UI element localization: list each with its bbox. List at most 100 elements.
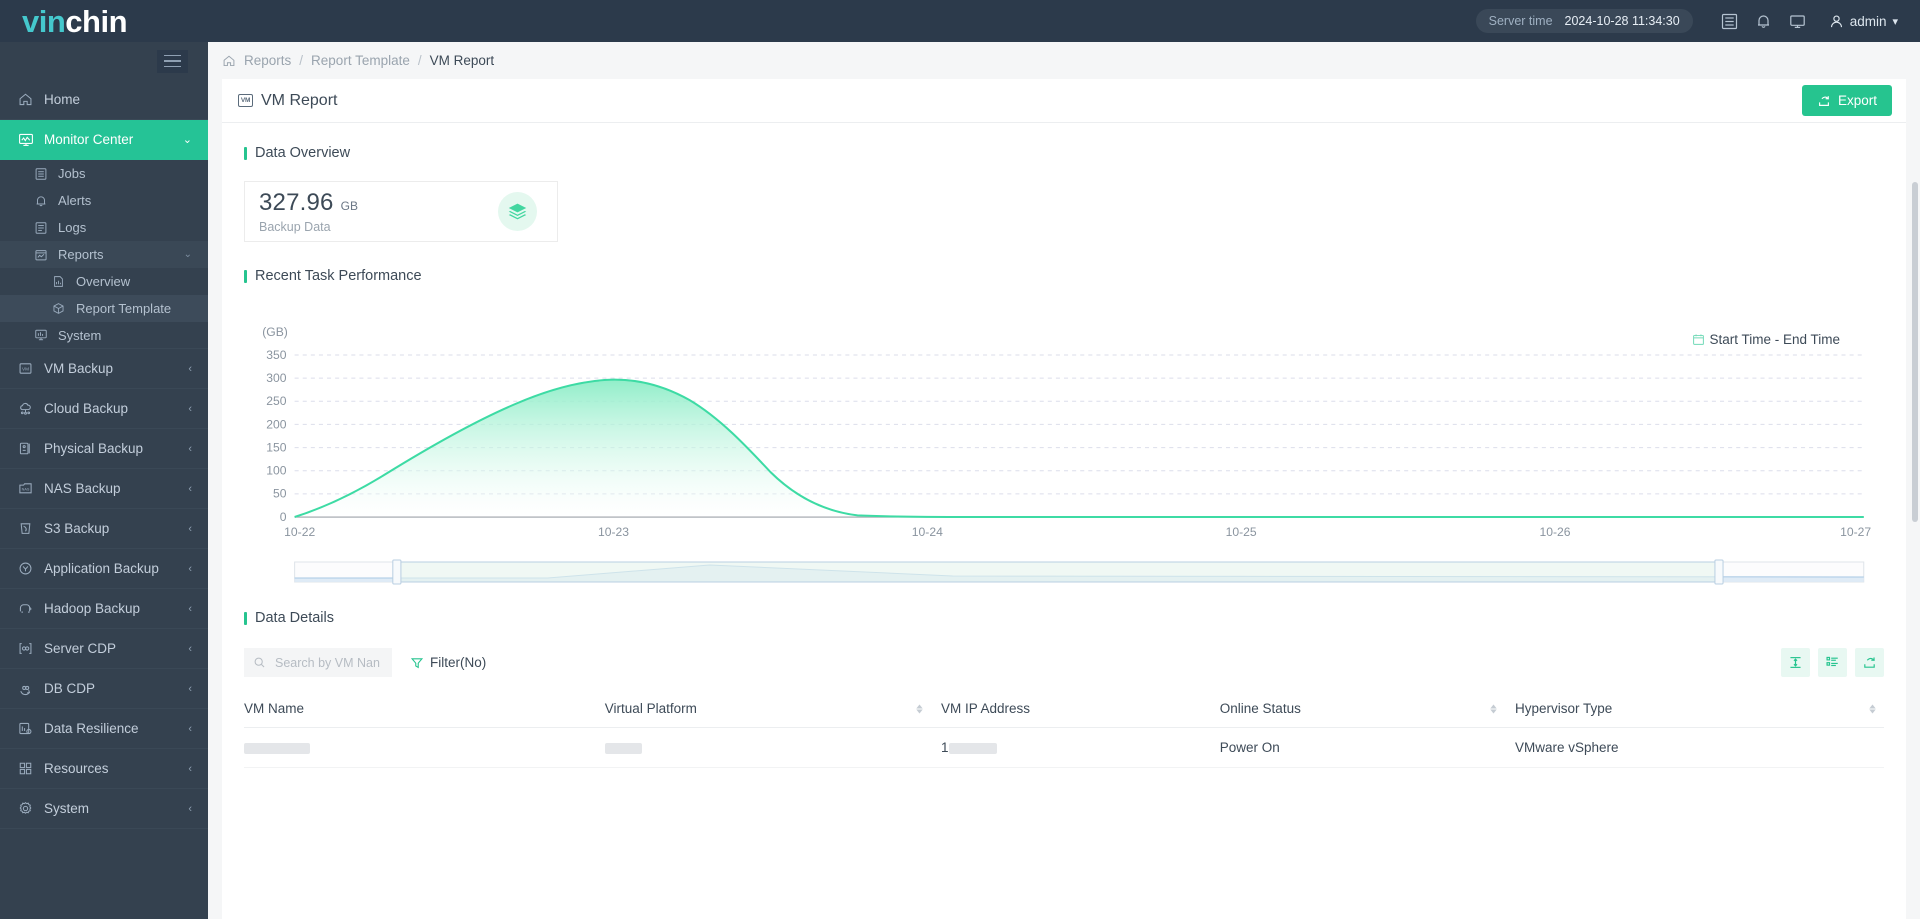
- card-header: VM VM Report Export: [222, 79, 1906, 123]
- sidebar-item-label: Report Template: [76, 301, 172, 316]
- user-name: admin: [1849, 13, 1887, 29]
- sidebar-item-nas-backup[interactable]: NAS NAS Backup ‹: [0, 469, 208, 509]
- sort-icon[interactable]: [1490, 704, 1497, 713]
- filter-button[interactable]: Filter(No): [410, 655, 486, 670]
- sort-icon[interactable]: [916, 704, 923, 713]
- cell-text: 1: [940, 740, 949, 755]
- sidebar-item-label: Alerts: [58, 193, 92, 208]
- app-root: vinchin Server time 2024-10-28 11:34:30: [0, 0, 1920, 919]
- sidebar-item-label: Reports: [58, 247, 104, 262]
- svg-text:10-22: 10-22: [284, 525, 315, 539]
- list-icon[interactable]: [1713, 4, 1747, 38]
- breadcrumb: Reports / Report Template / VM Report: [208, 42, 1920, 79]
- export-share-icon: [1817, 94, 1831, 108]
- sort-icon[interactable]: [1869, 704, 1876, 713]
- sidebar-item-overview[interactable]: Overview: [0, 268, 208, 295]
- brand-logo-part1: vin: [22, 3, 66, 39]
- chart-datazoom-slider[interactable]: [294, 559, 1865, 585]
- user-menu[interactable]: admin ▾: [1829, 14, 1898, 29]
- sidebar-item-logs[interactable]: Logs: [0, 214, 208, 241]
- table-column-label: Hypervisor Type: [1514, 701, 1613, 716]
- monitor-icon[interactable]: [1781, 4, 1815, 38]
- layers-icon: [498, 192, 537, 231]
- svg-text:350: 350: [266, 348, 287, 362]
- sidebar-item-system[interactable]: System ‹: [0, 789, 208, 829]
- sidebar-item-monitor-center[interactable]: Monitor Center ⌄: [0, 120, 208, 160]
- sidebar-item-report-template[interactable]: Report Template: [0, 295, 208, 322]
- sidebar-item-label: System: [44, 801, 90, 816]
- datazoom-handle-left[interactable]: [392, 559, 402, 585]
- sidebar-item-physical-backup[interactable]: Physical Backup ‹: [0, 429, 208, 469]
- chevron-down-icon: ⌄: [183, 249, 192, 260]
- db-cdp-icon: [18, 681, 44, 696]
- main-content: Reports / Report Template / VM Report VM…: [208, 42, 1920, 919]
- hamburger-menu-icon[interactable]: [157, 49, 188, 73]
- table-column-vm-ip-address[interactable]: VM IP Address: [940, 690, 1220, 728]
- sidebar-item-resources[interactable]: Resources ‹: [0, 749, 208, 789]
- redacted-value: [244, 742, 310, 754]
- export-button[interactable]: Export: [1801, 85, 1892, 116]
- search-box[interactable]: [244, 648, 392, 677]
- sidebar-item-home[interactable]: Home: [0, 80, 208, 120]
- chevron-left-icon: ‹: [188, 402, 192, 415]
- reports-icon: [34, 248, 58, 262]
- chevron-down-icon: ▾: [1892, 15, 1898, 28]
- svg-text:10-26: 10-26: [1539, 525, 1570, 539]
- sidebar-item-label: Monitor Center: [44, 132, 134, 147]
- sidebar-item-system-monitor[interactable]: System: [0, 322, 208, 349]
- table-column-hypervisor-type[interactable]: Hypervisor Type: [1514, 690, 1884, 728]
- table-column-label: VM IP Address: [940, 701, 1031, 716]
- cell-hypervisor-type: VMware vSphere: [1514, 727, 1884, 768]
- vertical-scrollbar[interactable]: [1912, 182, 1918, 522]
- redacted-value: [604, 742, 642, 754]
- monitor-center-icon: [18, 132, 44, 148]
- sidebar-item-data-resilience[interactable]: Data Resilience ‹: [0, 709, 208, 749]
- row-height-icon[interactable]: [1781, 648, 1810, 677]
- cell-text: Power On: [1219, 740, 1280, 755]
- sidebar-item-application-backup[interactable]: Application Backup ‹: [0, 549, 208, 589]
- sidebar-item-jobs[interactable]: Jobs: [0, 160, 208, 187]
- brand-logo[interactable]: vinchin: [0, 6, 208, 37]
- table-column-vm-name[interactable]: VM Name: [244, 690, 605, 728]
- sidebar-item-server-cdp[interactable]: Server CDP ‹: [0, 629, 208, 669]
- logs-icon: [34, 221, 58, 235]
- breadcrumb-item-report-template[interactable]: Report Template: [311, 53, 410, 68]
- sidebar-item-alerts[interactable]: Alerts: [0, 187, 208, 214]
- svg-text:10-24: 10-24: [912, 525, 943, 539]
- table-row[interactable]: 1 Power On VMware vSphere: [244, 727, 1884, 768]
- resources-icon: [18, 761, 44, 776]
- svg-text:100: 100: [266, 464, 287, 478]
- sidebar-item-vm-backup[interactable]: VM VM Backup ‹: [0, 349, 208, 389]
- table-column-label: Online Status: [1219, 701, 1301, 716]
- report-template-box-icon: [52, 302, 76, 315]
- datazoom-handle-right[interactable]: [1714, 559, 1724, 585]
- sidebar-item-label: Resources: [44, 761, 109, 776]
- sidebar-item-label: S3 Backup: [44, 521, 110, 536]
- sidebar-item-hadoop-backup[interactable]: Hadoop Backup ‹: [0, 589, 208, 629]
- vm-data-table: VM Name Virtual Platform VM IP Address O…: [244, 690, 1884, 768]
- server-time-value: 2024-10-28 11:34:30: [1564, 14, 1680, 28]
- search-input[interactable]: [273, 654, 383, 671]
- table-column-online-status[interactable]: Online Status: [1219, 690, 1515, 728]
- chevron-left-icon: ‹: [188, 562, 192, 575]
- bell-icon[interactable]: [1747, 4, 1781, 38]
- section-title-text: Data Details: [255, 610, 334, 626]
- table-column-virtual-platform[interactable]: Virtual Platform: [604, 690, 941, 728]
- breadcrumb-item-reports[interactable]: Reports: [244, 53, 291, 68]
- sidebar-toggle-row: [0, 42, 208, 80]
- sidebar-item-s3-backup[interactable]: S3 Backup ‹: [0, 509, 208, 549]
- sidebar-item-db-cdp[interactable]: DB CDP ‹: [0, 669, 208, 709]
- cell-vm-ip-address: 1: [940, 727, 1220, 768]
- cloud-backup-icon: [18, 401, 44, 416]
- svg-text:10-23: 10-23: [598, 525, 629, 539]
- chevron-left-icon: ‹: [188, 642, 192, 655]
- column-settings-icon[interactable]: [1818, 648, 1847, 677]
- page-title-text: VM Report: [261, 91, 338, 109]
- area-chart-svg[interactable]: (GB) 350 300 250 200 150 100 50 0 10-22 …: [244, 322, 1884, 588]
- sidebar-item-reports[interactable]: Reports ⌄: [0, 241, 208, 268]
- svg-text:NAS: NAS: [22, 487, 30, 491]
- export-share-icon[interactable]: [1855, 648, 1884, 677]
- section-title-data-overview: Data Overview: [244, 145, 1884, 161]
- search-icon: [253, 656, 266, 669]
- sidebar-item-cloud-backup[interactable]: Cloud Backup ‹: [0, 389, 208, 429]
